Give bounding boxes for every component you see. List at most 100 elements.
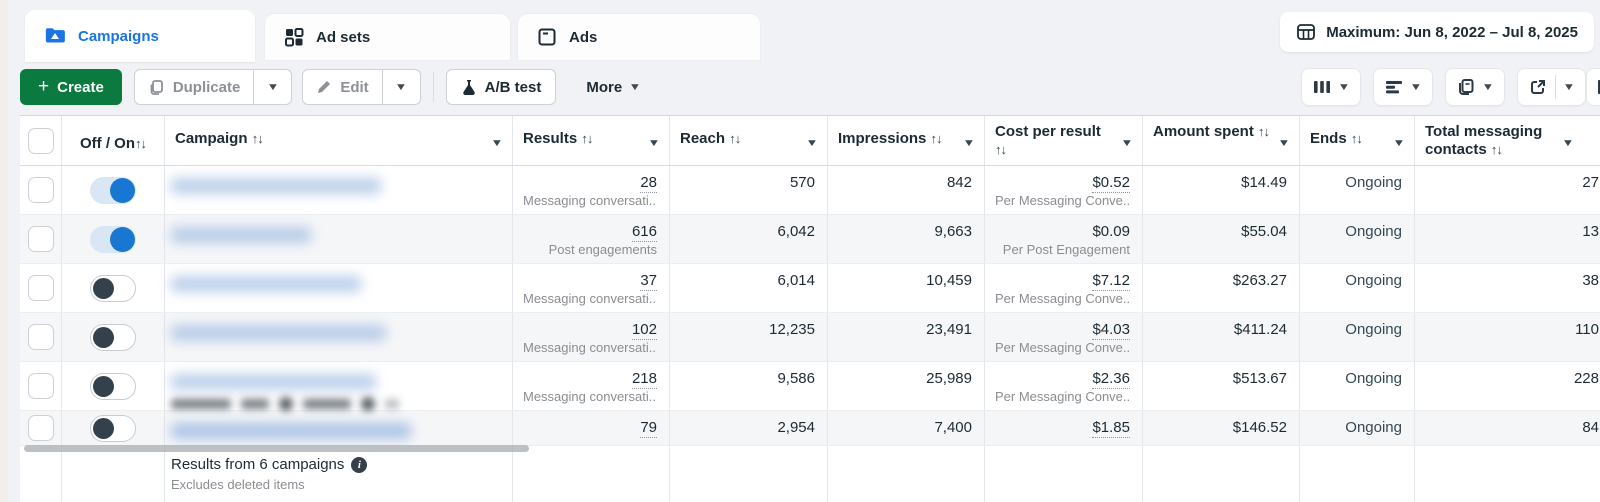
impressions-cell: 25,989 bbox=[828, 362, 985, 410]
results-cell: 37 Messaging conversati... bbox=[513, 264, 670, 312]
tab-ads[interactable]: Ads bbox=[518, 14, 760, 60]
sort-icon[interactable]: ↑↓ bbox=[135, 135, 147, 153]
sort-icon[interactable]: ↑↓ bbox=[1351, 131, 1363, 146]
sort-icon[interactable]: ↑↓ bbox=[1258, 124, 1270, 139]
select-all-checkbox[interactable] bbox=[27, 127, 54, 154]
row-checkbox[interactable] bbox=[27, 275, 54, 301]
edit-split-button: Edit ▼ bbox=[302, 69, 421, 105]
contacts-cell: 38 bbox=[1582, 272, 1599, 289]
duplicate-button[interactable]: Duplicate bbox=[135, 70, 254, 104]
info-icon[interactable]: i bbox=[351, 456, 368, 473]
blurred-campaign-name[interactable] bbox=[171, 325, 386, 341]
result-type-label: Per Messaging Conve... bbox=[995, 291, 1130, 306]
reports-button[interactable]: ▼ bbox=[1445, 68, 1506, 106]
results-cell: 79 bbox=[513, 411, 670, 445]
column-header-ends[interactable]: Ends ↑↓ ▼ bbox=[1300, 116, 1415, 165]
edit-caret-button[interactable]: ▼ bbox=[381, 70, 420, 104]
columns-button[interactable]: ▼ bbox=[1301, 68, 1362, 106]
table-row: 28 Messaging conversati... 570 842 $0.52 Per … bbox=[20, 166, 1600, 215]
chevron-down-icon[interactable]: ▼ bbox=[1562, 135, 1575, 153]
toggle-cell bbox=[62, 264, 165, 312]
chevron-down-icon[interactable]: ▼ bbox=[1278, 135, 1291, 153]
sort-icon[interactable]: ↑↓ bbox=[1491, 142, 1503, 157]
duplicate-caret-button[interactable]: ▼ bbox=[253, 70, 291, 104]
column-header-amount-spent[interactable]: Amount spent ↑↓ ▼ bbox=[1143, 116, 1300, 165]
chevron-down-icon: ▼ bbox=[1562, 81, 1576, 93]
impressions-cell: 7,400 bbox=[828, 411, 985, 445]
table-row: 218 Messaging conversati... 9,586 25,989 $2.… bbox=[20, 362, 1600, 411]
campaign-toggle[interactable] bbox=[90, 176, 136, 204]
ends-cell: Ongoing bbox=[1300, 313, 1415, 361]
column-header-reach[interactable]: Reach ↑↓ ▼ bbox=[670, 116, 828, 165]
tab-bar: Campaigns Ad sets Ads Maximum: Jun 8, 20… bbox=[25, 10, 1600, 62]
row-checkbox[interactable] bbox=[27, 177, 54, 203]
sort-icon[interactable]: ↑↓ bbox=[581, 131, 593, 146]
cost-per-result-cell: $0.52 Per Messaging Conve... bbox=[985, 166, 1143, 214]
row-checkbox[interactable] bbox=[27, 226, 54, 252]
campaign-toggle[interactable] bbox=[90, 372, 136, 400]
cost-per-result-cell: $2.36 Per Messaging Conve... bbox=[985, 362, 1143, 410]
tab-ad-sets[interactable]: Ad sets bbox=[265, 14, 510, 60]
row-checkbox-cell bbox=[20, 362, 62, 410]
sort-icon[interactable]: ↑↓ bbox=[931, 131, 943, 146]
blurred-campaign-meta bbox=[171, 397, 502, 411]
chevron-down-icon[interactable]: ▼ bbox=[806, 135, 819, 153]
column-header-results[interactable]: Results ↑↓ ▼ bbox=[513, 116, 670, 165]
sort-icon[interactable]: ↑↓ bbox=[995, 142, 1007, 157]
chevron-down-icon: ▼ bbox=[628, 81, 642, 93]
ab-test-button[interactable]: A/B test bbox=[445, 69, 557, 105]
column-label: Reach bbox=[680, 130, 726, 147]
create-button[interactable]: + Create bbox=[20, 69, 122, 105]
amount-spent-cell: $411.24 bbox=[1143, 313, 1300, 361]
blurred-campaign-name[interactable] bbox=[171, 276, 361, 292]
amount-spent-cell: $513.67 bbox=[1143, 362, 1300, 410]
blurred-campaign-name[interactable] bbox=[171, 178, 381, 194]
ads-page-icon bbox=[536, 26, 558, 48]
campaign-toggle[interactable] bbox=[90, 414, 136, 442]
more-label: More bbox=[586, 78, 623, 96]
column-header-impressions[interactable]: Impressions ↑↓ ▼ bbox=[828, 116, 985, 165]
results-cell: 218 Messaging conversati... bbox=[513, 362, 670, 410]
row-checkbox[interactable] bbox=[27, 373, 54, 399]
column-label: Impressions bbox=[838, 130, 927, 147]
reach-cell: 570 bbox=[670, 166, 828, 214]
blurred-campaign-name[interactable] bbox=[171, 227, 311, 243]
tab-label: Ads bbox=[569, 28, 598, 46]
chevron-down-icon[interactable]: ▼ bbox=[648, 135, 661, 153]
chevron-down-icon[interactable]: ▼ bbox=[963, 135, 976, 153]
ends-cell: Ongoing bbox=[1300, 411, 1415, 445]
export-icon bbox=[1529, 78, 1547, 96]
column-header-off-on[interactable]: Off / On ↑↓ bbox=[62, 116, 165, 165]
campaigns-folder-icon bbox=[43, 24, 67, 48]
more-button[interactable]: More ▼ bbox=[572, 69, 654, 105]
column-header-campaign[interactable]: Campaign ↑↓ ▼ bbox=[165, 116, 513, 165]
row-checkbox[interactable] bbox=[27, 415, 54, 441]
blurred-campaign-name[interactable] bbox=[171, 374, 376, 390]
row-checkbox-cell bbox=[20, 264, 62, 312]
amount-spent-cell: $263.27 bbox=[1143, 264, 1300, 312]
export-button[interactable]: ▼ bbox=[1517, 68, 1586, 106]
chevron-down-icon[interactable]: ▼ bbox=[1121, 135, 1134, 153]
breakdowns-button[interactable]: ▼ bbox=[1373, 68, 1434, 106]
chevron-down-icon[interactable]: ▼ bbox=[1393, 135, 1406, 153]
contacts-cell: 110 bbox=[1575, 321, 1599, 338]
clipped-edge-button[interactable] bbox=[1586, 68, 1600, 106]
sort-icon[interactable]: ↑↓ bbox=[729, 131, 741, 146]
campaign-name-cell bbox=[165, 362, 513, 411]
edit-button[interactable]: Edit bbox=[303, 70, 381, 104]
calendar-icon bbox=[1296, 22, 1316, 42]
campaign-toggle[interactable] bbox=[90, 323, 136, 351]
horizontal-scrollbar-thumb[interactable] bbox=[24, 445, 529, 452]
column-header-cost-per-result[interactable]: Cost per result ↑↓ ▼ bbox=[985, 116, 1143, 165]
chevron-down-icon[interactable]: ▼ bbox=[491, 135, 504, 153]
sort-icon[interactable]: ↑↓ bbox=[252, 131, 264, 146]
campaign-name-cell bbox=[165, 264, 513, 312]
amount-spent-cell: $146.52 bbox=[1143, 411, 1300, 445]
column-header-total-messaging-contacts[interactable]: Total messaging contacts ↑↓ ▼ bbox=[1415, 116, 1600, 165]
row-checkbox[interactable] bbox=[27, 324, 54, 350]
date-range-button[interactable]: Maximum: Jun 8, 2022 – Jul 8, 2025 bbox=[1280, 12, 1594, 52]
tab-campaigns[interactable]: Campaigns bbox=[25, 10, 255, 62]
blurred-campaign-name[interactable] bbox=[171, 423, 411, 439]
campaign-toggle[interactable] bbox=[90, 274, 136, 302]
campaign-toggle[interactable] bbox=[90, 225, 136, 253]
